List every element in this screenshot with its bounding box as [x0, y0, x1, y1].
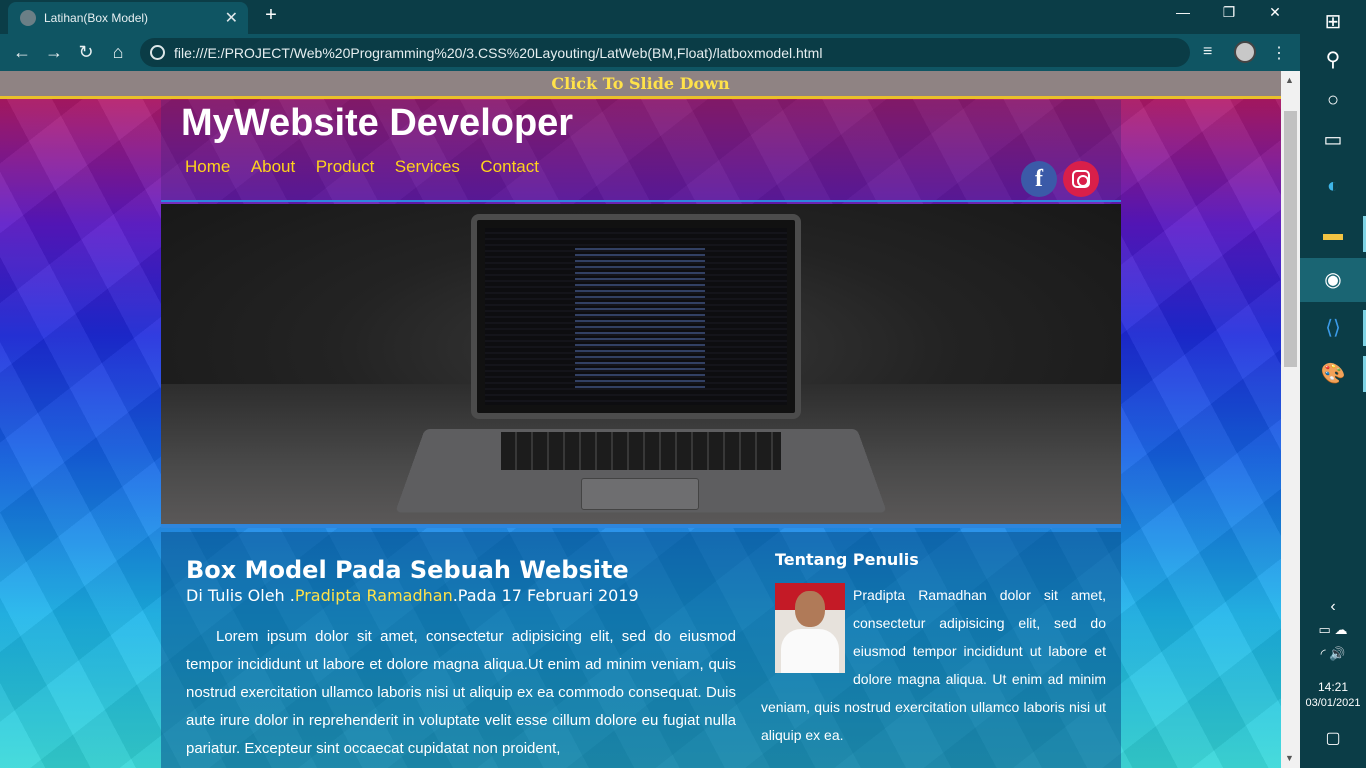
facebook-icon[interactable]: f	[1021, 161, 1057, 197]
new-tab-button[interactable]: +	[260, 4, 282, 27]
notifications-icon[interactable]: ▢	[1300, 728, 1366, 748]
page-viewport: Click To Slide Down MyWebsite Developer …	[0, 71, 1281, 768]
minimize-button[interactable]: —	[1160, 4, 1206, 20]
site-info-icon[interactable]	[150, 45, 165, 60]
hero-image	[161, 204, 1121, 528]
menu-home[interactable]: Home	[185, 157, 230, 177]
forward-button[interactable]: →	[42, 40, 66, 64]
site-header: MyWebsite Developer Home About Product S…	[161, 100, 1121, 202]
paint-icon[interactable]: 🎨	[1300, 352, 1366, 396]
edge-icon[interactable]: ◐	[1300, 164, 1366, 208]
menu-services[interactable]: Services	[395, 157, 460, 177]
article-byline: Di Tulis Oleh .Pradipta Ramadhan.Pada 17…	[186, 586, 736, 605]
browser-tab[interactable]: Latihan(Box Model) ✕	[8, 2, 248, 34]
vertical-scrollbar[interactable]: ▲ ▼	[1281, 71, 1300, 768]
menu-product[interactable]: Product	[316, 157, 375, 177]
page-container: MyWebsite Developer Home About Product S…	[161, 100, 1121, 768]
laptop-trackpad	[581, 478, 699, 510]
cortana-icon[interactable]: ○	[1300, 78, 1366, 122]
sidebar-body-wrap: Pradipta Ramadhan dolor sit amet, consec…	[761, 581, 1106, 749]
main-menu: Home About Product Services Contact	[185, 157, 555, 177]
maximize-button[interactable]: ❐	[1206, 4, 1252, 21]
wifi-volume-icons[interactable]: ◜ 🔊	[1300, 646, 1366, 662]
author-photo	[775, 583, 845, 673]
scroll-down-icon[interactable]: ▼	[1285, 753, 1294, 763]
sidebar-about-author: Tentang Penulis Pradipta Ramadhan dolor …	[761, 550, 1106, 749]
windows-taskbar: ⊞ ⚲ ○ ▭ ◐ ▬ ◉ ⟨⟩ 🎨 ‹ ▭ ☁ ◜ 🔊 14:21 03/01…	[1300, 0, 1366, 768]
scroll-up-icon[interactable]: ▲	[1285, 75, 1294, 85]
chrome-icon[interactable]: ◉	[1300, 258, 1366, 302]
tab-title: Latihan(Box Model)	[44, 11, 149, 25]
reload-button[interactable]: ↻	[74, 40, 98, 64]
site-title: MyWebsite Developer	[181, 102, 574, 144]
laptop-keyboard	[501, 432, 781, 470]
byline-prefix: Di Tulis Oleh .	[186, 586, 295, 605]
close-window-button[interactable]: ✕	[1252, 4, 1298, 21]
sidebar-title: Tentang Penulis	[775, 550, 919, 569]
menu-dots-icon[interactable]: ⋮	[1271, 43, 1287, 63]
file-explorer-icon[interactable]: ▬	[1300, 212, 1366, 256]
article-title: Box Model Pada Sebuah Website	[186, 556, 629, 584]
vscode-icon[interactable]: ⟨⟩	[1300, 306, 1366, 350]
task-view-icon[interactable]: ▭	[1300, 118, 1366, 162]
article-body: Lorem ipsum dolor sit amet, consectetur …	[186, 628, 736, 757]
clock-date[interactable]: 03/01/2021	[1300, 697, 1366, 709]
battery-cloud-icons[interactable]: ▭ ☁	[1300, 622, 1366, 638]
instagram-icon[interactable]	[1063, 161, 1099, 197]
scroll-thumb[interactable]	[1284, 111, 1297, 367]
byline-author: Pradipta Ramadhan	[294, 586, 453, 605]
home-icon[interactable]: ⌂	[106, 40, 130, 64]
menu-contact[interactable]: Contact	[480, 157, 539, 177]
address-bar[interactable]: file:///E:/PROJECT/Web%20Programming%20/…	[140, 38, 1190, 67]
search-icon[interactable]: ⚲	[1300, 38, 1366, 82]
profile-avatar[interactable]	[1234, 41, 1256, 63]
slide-down-toggle[interactable]: Click To Slide Down	[0, 71, 1281, 99]
content-area: Box Model Pada Sebuah Website Di Tulis O…	[161, 532, 1121, 768]
article: Box Model Pada Sebuah Website Di Tulis O…	[186, 556, 736, 763]
url-text: file:///E:/PROJECT/Web%20Programming%20/…	[174, 45, 823, 61]
back-button[interactable]: ←	[10, 40, 34, 64]
laptop-screen	[471, 214, 801, 419]
menu-about[interactable]: About	[251, 157, 295, 177]
slide-down-label: Click To Slide Down	[551, 74, 730, 93]
tab-bar: Latihan(Box Model) ✕ + — ❐ ✕	[0, 0, 1300, 34]
media-control-icon[interactable]: ≡	[1203, 43, 1212, 61]
navigation-bar: ← → ↻ ⌂ file:///E:/PROJECT/Web%20Program…	[0, 34, 1300, 71]
clock-time[interactable]: 14:21	[1300, 680, 1366, 694]
close-tab-icon[interactable]: ✕	[225, 8, 238, 28]
byline-date: .Pada 17 Februari 2019	[452, 586, 639, 605]
show-hidden-icons-icon[interactable]: ‹	[1300, 598, 1366, 616]
globe-icon	[20, 10, 36, 26]
